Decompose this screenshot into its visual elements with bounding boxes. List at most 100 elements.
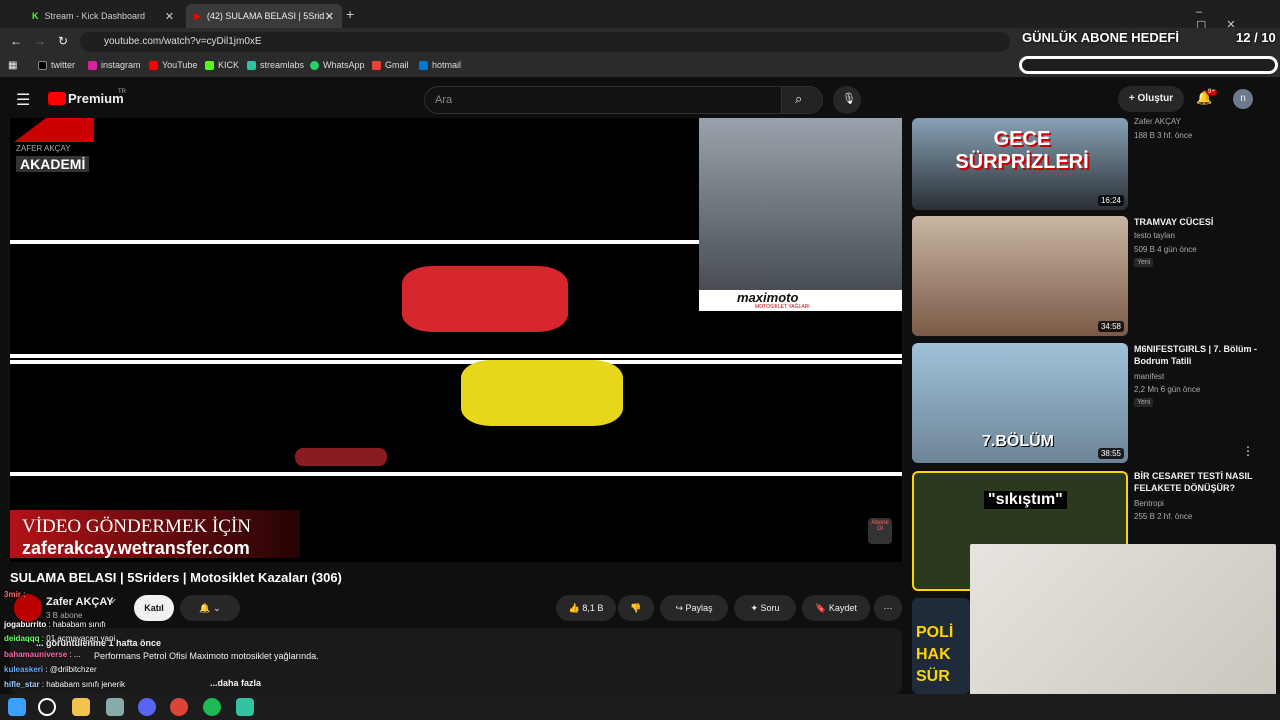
- close-tab-icon[interactable]: ✕: [325, 10, 334, 23]
- streamlabs-icon[interactable]: [236, 698, 254, 716]
- search-icon[interactable]: [38, 698, 56, 716]
- recommended-title[interactable]: M6NIFESTGIRLS | 7. Bölüm - Bodrum Tatili: [1134, 343, 1260, 367]
- forward-icon[interactable]: →: [34, 34, 46, 48]
- create-button[interactable]: + Oluştur: [1118, 86, 1184, 112]
- more-icon: ⋯: [883, 603, 893, 613]
- more-options-icon[interactable]: ⋮: [1242, 444, 1254, 458]
- recommended-title[interactable]: TRAMVAY CÜCESİ: [1134, 216, 1260, 228]
- dislike-button[interactable]: 👎: [618, 595, 654, 621]
- reload-icon[interactable]: ↻: [58, 34, 68, 48]
- chat-message: 3mir :: [4, 590, 25, 599]
- new-badge: Yeni: [1134, 398, 1154, 407]
- abone-text: Abone Ol: [871, 520, 889, 532]
- youtube-icon: [149, 60, 158, 70]
- subscriber-goal-count: 12 / 10: [1236, 30, 1276, 45]
- windows-start-icon[interactable]: [8, 698, 26, 716]
- search-button[interactable]: ⌕: [781, 86, 823, 114]
- road-line: [10, 360, 902, 364]
- bookmark-instagram[interactable]: instagram: [88, 60, 141, 70]
- video-title: SULAMA BELASI | 5Sriders | Motosiklet Ka…: [10, 570, 342, 585]
- chat-text: :: [23, 590, 26, 599]
- chat-text: : hababam sınıfı jenerik: [41, 680, 125, 689]
- more-actions-button[interactable]: ⋯: [874, 595, 902, 621]
- share-icon: ↪: [675, 603, 686, 613]
- tab-label: (42) SULAMA BELASI | 5Srid: [206, 11, 325, 21]
- chat-text: : 01 acmayacan yani: [41, 634, 116, 643]
- recommended-title[interactable]: BİR CESARET TESTİ NASIL FELAKETE DÖNÜŞÜR…: [1134, 470, 1260, 494]
- recommended-video-thumbnail[interactable]: 34:58: [912, 216, 1128, 336]
- url-field[interactable]: youtube.com/watch?v=cyDil1jm0xE: [80, 32, 1010, 52]
- road-line: [10, 354, 902, 358]
- ask-button[interactable]: ✦ Soru: [734, 595, 796, 621]
- app-icon[interactable]: [106, 698, 124, 716]
- chrome-icon[interactable]: [170, 698, 188, 716]
- streamlabs-icon: [247, 60, 256, 70]
- recommended-channel[interactable]: testo taylan: [1134, 231, 1175, 240]
- recommended-video-thumbnail[interactable]: 7.BÖLÜM 38:55: [912, 343, 1128, 463]
- bookmark-gmail[interactable]: Gmail: [372, 60, 409, 70]
- description-box[interactable]: ... görüntülenme 1 hafta önce Performans…: [10, 628, 902, 694]
- thumbs-down-icon: 👎: [630, 603, 642, 613]
- thumb-text: "sıkıştım": [984, 491, 1067, 509]
- voice-search-button[interactable]: 🎙: [833, 86, 861, 114]
- bookmark-hotmail[interactable]: hotmail: [419, 60, 461, 70]
- video-duration: 16:24: [1097, 195, 1124, 206]
- brand-top-text: ZAFER AKÇAY: [16, 144, 71, 153]
- save-button[interactable]: 🔖 Kaydet: [802, 595, 870, 621]
- tab-youtube-video[interactable]: ▶ (42) SULAMA BELASI | 5Srid ✕: [186, 4, 342, 28]
- logo-country: TR: [118, 89, 126, 95]
- bookmark-youtube[interactable]: YouTube: [149, 60, 197, 70]
- recommended-video-thumbnail[interactable]: GECE SÜRPRİZLERİ 16:24: [912, 118, 1128, 210]
- microphone-icon: 🎙: [842, 93, 856, 105]
- youtube-logo-text[interactable]: Premium: [68, 91, 124, 106]
- kick-icon: [205, 60, 214, 70]
- thumb-text: POLİ HAK SÜR: [916, 624, 954, 685]
- search-input[interactable]: Ara: [424, 86, 782, 114]
- apps-icon[interactable]: ▦: [8, 60, 17, 71]
- plus-icon: +: [1128, 93, 1138, 104]
- show-more-link[interactable]: ...daha fazla: [210, 678, 261, 688]
- bookmark-label: instagram: [101, 60, 141, 70]
- subscriber-goal-bar: [1019, 56, 1278, 74]
- sponsor-name: maximoto: [737, 290, 799, 305]
- recommended-meta: 255 B 2 hf. önce: [1134, 512, 1193, 521]
- like-button[interactable]: 👍 8,1 B: [556, 595, 616, 621]
- ask-label: Soru: [760, 603, 780, 613]
- chat-message: deidaqqq : 01 acmayacan yani: [4, 634, 115, 643]
- youtube-icon: ▶: [194, 10, 201, 21]
- chat-text: : ...: [69, 650, 81, 659]
- spotify-icon[interactable]: [203, 698, 221, 716]
- discord-icon[interactable]: [138, 698, 156, 716]
- bookmark-twitter[interactable]: twitter: [38, 60, 75, 70]
- bookmark-whatsapp[interactable]: WhatsApp: [310, 60, 365, 70]
- menu-icon[interactable]: ☰: [16, 90, 30, 110]
- recommended-video-thumbnail[interactable]: POLİ HAK SÜR: [912, 598, 970, 694]
- new-tab-button[interactable]: +: [346, 6, 354, 22]
- share-button[interactable]: ↪ Paylaş: [660, 595, 728, 621]
- close-tab-icon[interactable]: ✕: [165, 10, 174, 23]
- recommended-meta: 509 B 4 gün önce: [1134, 245, 1197, 254]
- chat-message: kuleaskeri : @drilbitchzer: [4, 665, 97, 674]
- taskbar: [0, 694, 1280, 720]
- recommended-channel[interactable]: Zafer AKÇAY: [1134, 117, 1181, 126]
- back-icon[interactable]: ←: [10, 34, 22, 48]
- banner-line2: zaferakcay.wetransfer.com: [22, 538, 250, 558]
- share-label: Paylaş: [685, 603, 713, 613]
- thumbs-up-icon: 👍: [568, 603, 583, 613]
- bookmark-kick[interactable]: KICK: [205, 60, 239, 70]
- join-button[interactable]: Katıl: [134, 595, 174, 621]
- recommended-channel[interactable]: manifest: [1134, 372, 1164, 381]
- browser-tab-strip: K Stream - Kick Dashboard ✕ ▶ (42) SULAM…: [0, 0, 1280, 31]
- youtube-logo-icon[interactable]: [48, 92, 66, 105]
- file-explorer-icon[interactable]: [72, 698, 90, 716]
- recommended-channel[interactable]: Bentropi: [1134, 499, 1164, 508]
- tab-kick-dashboard[interactable]: K Stream - Kick Dashboard ✕: [24, 4, 182, 28]
- avatar[interactable]: n: [1233, 89, 1253, 109]
- abone-ol-badge[interactable]: Abone Ol: [868, 518, 892, 544]
- search-icon: ⌕: [795, 91, 803, 106]
- channel-name[interactable]: Zafer AKÇAY: [46, 596, 114, 608]
- bookmark-streamlabs[interactable]: streamlabs: [247, 60, 304, 70]
- thumb-text: GECE SÜRPRİZLERİ: [955, 128, 1089, 173]
- subscribed-bell-button[interactable]: 🔔 ⌄: [180, 595, 240, 621]
- whatsapp-icon: [310, 60, 319, 70]
